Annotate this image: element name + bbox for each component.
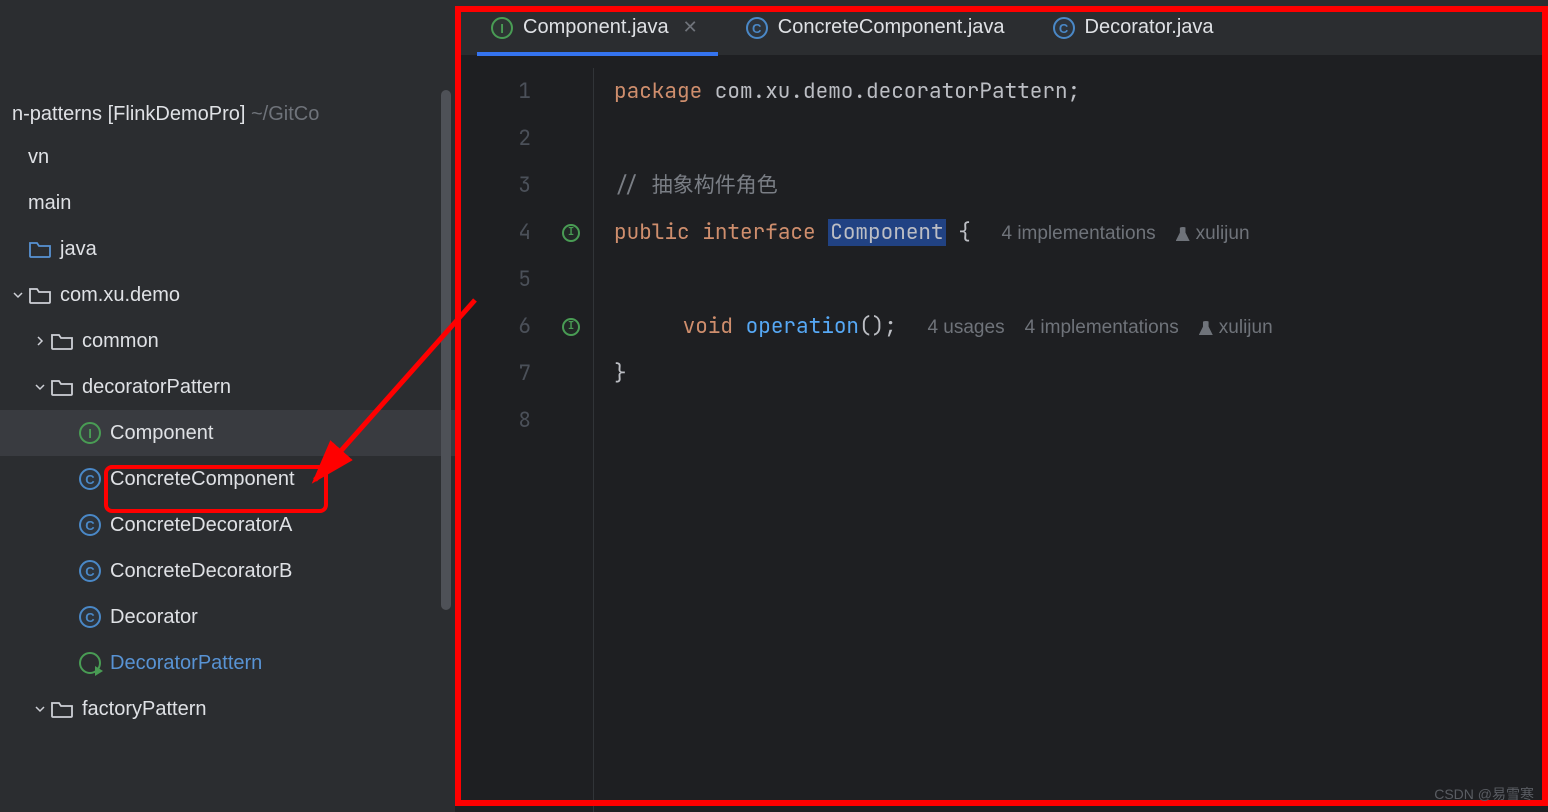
tree-item-java[interactable]: java xyxy=(0,226,455,272)
class-icon: C xyxy=(78,467,102,491)
tree-label: ConcreteComponent xyxy=(110,468,295,491)
line-number: 4 xyxy=(455,209,531,256)
method-name: operation xyxy=(746,313,859,340)
class-name: Component xyxy=(828,219,945,246)
code-hints[interactable]: 4 implementations xulijun xyxy=(1001,210,1249,257)
project-sidebar: n-patterns [FlinkDemoPro] ~/GitCo vn mai… xyxy=(0,0,455,812)
line-number: 7 xyxy=(455,350,531,397)
chevron-down-icon xyxy=(30,703,50,715)
chevron-down-icon xyxy=(8,289,28,301)
sidebar-scrollbar[interactable] xyxy=(441,90,451,610)
class-icon: C xyxy=(78,605,102,629)
interface-icon: I xyxy=(78,421,102,445)
tree-label: DecoratorPattern xyxy=(110,652,262,675)
code-text: com.xu.demo.decoratorPattern; xyxy=(702,78,1080,105)
tree-item-common[interactable]: common xyxy=(0,318,455,364)
keyword: interface xyxy=(702,219,815,246)
code-content[interactable]: package com.xu.demo.decoratorPattern; //… xyxy=(593,68,1548,812)
implement-gutter-icon[interactable]: I xyxy=(549,209,593,256)
editor-pane: I Component.java ✕ C ConcreteComponent.j… xyxy=(455,0,1548,812)
tab-label: Component.java xyxy=(523,16,669,39)
tab-decorator[interactable]: C Decorator.java xyxy=(1053,0,1214,55)
gutter-marks: I I xyxy=(549,68,593,812)
line-number: 8 xyxy=(455,397,531,444)
comment: // 抽象构件角色 xyxy=(614,172,778,199)
tree-item-decoratorpattern[interactable]: decoratorPattern xyxy=(0,364,455,410)
author-hint[interactable]: xulijun xyxy=(1199,304,1273,351)
keyword: void xyxy=(683,313,733,340)
brace: { xyxy=(958,219,971,246)
implementations-hint[interactable]: 4 implementations xyxy=(1001,210,1155,257)
tree-item-main[interactable]: main xyxy=(0,180,455,226)
brace: } xyxy=(614,360,627,387)
project-path: ~/GitCo xyxy=(251,103,319,125)
line-number: 1 xyxy=(455,68,531,115)
tree-label: Decorator xyxy=(110,606,198,629)
class-icon: C xyxy=(78,559,102,583)
close-icon[interactable]: ✕ xyxy=(683,17,698,38)
tree-label: vn xyxy=(28,146,49,169)
folder-icon xyxy=(50,329,74,353)
tree-label: decoratorPattern xyxy=(82,376,231,399)
folder-icon xyxy=(50,697,74,721)
code-hints[interactable]: 4 usages 4 implementations xulijun xyxy=(927,304,1272,351)
implementations-hint[interactable]: 4 implementations xyxy=(1025,304,1179,351)
tree-label: main xyxy=(28,192,71,215)
tree-label: factoryPattern xyxy=(82,698,207,721)
line-number: 5 xyxy=(455,256,531,303)
tree-item-decorator[interactable]: C Decorator xyxy=(0,594,455,640)
folder-icon xyxy=(50,375,74,399)
keyword: public xyxy=(614,219,690,246)
line-number: 2 xyxy=(455,115,531,162)
tab-concretecomponent[interactable]: C ConcreteComponent.java xyxy=(746,0,1005,55)
project-tree: vn main java com.xu.demo xyxy=(0,134,455,732)
tree-label: ConcreteDecoratorA xyxy=(110,514,292,537)
keyword: package xyxy=(614,78,702,105)
line-number: 3 xyxy=(455,162,531,209)
interface-icon: I xyxy=(491,16,513,40)
tree-label: com.xu.demo xyxy=(60,284,180,307)
tab-component[interactable]: I Component.java ✕ xyxy=(491,0,698,55)
tab-label: ConcreteComponent.java xyxy=(778,16,1005,39)
editor-tabs: I Component.java ✕ C ConcreteComponent.j… xyxy=(455,0,1548,56)
class-icon: C xyxy=(78,513,102,537)
tab-label: Decorator.java xyxy=(1085,16,1214,39)
folder-icon xyxy=(28,237,52,261)
tree-item-concretedecoratora[interactable]: C ConcreteDecoratorA xyxy=(0,502,455,548)
tree-item-concretedecoratorb[interactable]: C ConcreteDecoratorB xyxy=(0,548,455,594)
tree-item-decoratorpatternmain[interactable]: DecoratorPattern xyxy=(0,640,455,686)
tree-label: ConcreteDecoratorB xyxy=(110,560,292,583)
usages-hint[interactable]: 4 usages xyxy=(927,304,1004,351)
class-icon: C xyxy=(1053,16,1075,40)
tree-item-component[interactable]: I Component xyxy=(0,410,455,456)
tree-item-factorypattern[interactable]: factoryPattern xyxy=(0,686,455,732)
tree-label: java xyxy=(60,238,97,261)
chevron-right-icon xyxy=(30,335,50,347)
project-module: [FlinkDemoPro] xyxy=(108,103,246,125)
line-number-gutter: 1 2 3 4 5 6 7 8 xyxy=(455,68,549,812)
tree-label: common xyxy=(82,330,159,353)
tree-item-concretecomponent[interactable]: C ConcreteComponent xyxy=(0,456,455,502)
author-hint[interactable]: xulijun xyxy=(1176,210,1250,257)
folder-icon xyxy=(28,283,52,307)
tree-item-demo[interactable]: com.xu.demo xyxy=(0,272,455,318)
line-number: 6 xyxy=(455,303,531,350)
runnable-class-icon xyxy=(78,651,102,675)
project-root[interactable]: n-patterns [FlinkDemoPro] ~/GitCo xyxy=(0,95,455,134)
implement-gutter-icon[interactable]: I xyxy=(549,303,593,350)
tree-item-vn[interactable]: vn xyxy=(0,134,455,180)
code-editor[interactable]: 1 2 3 4 5 6 7 8 I I package com.xu.demo.… xyxy=(455,56,1548,812)
project-name: n-patterns xyxy=(12,103,102,125)
tree-label: Component xyxy=(110,422,213,445)
class-icon: C xyxy=(746,16,768,40)
code-text: (); xyxy=(859,313,897,340)
chevron-down-icon xyxy=(30,381,50,393)
watermark: CSDN @易雪寒 xyxy=(1434,784,1534,804)
